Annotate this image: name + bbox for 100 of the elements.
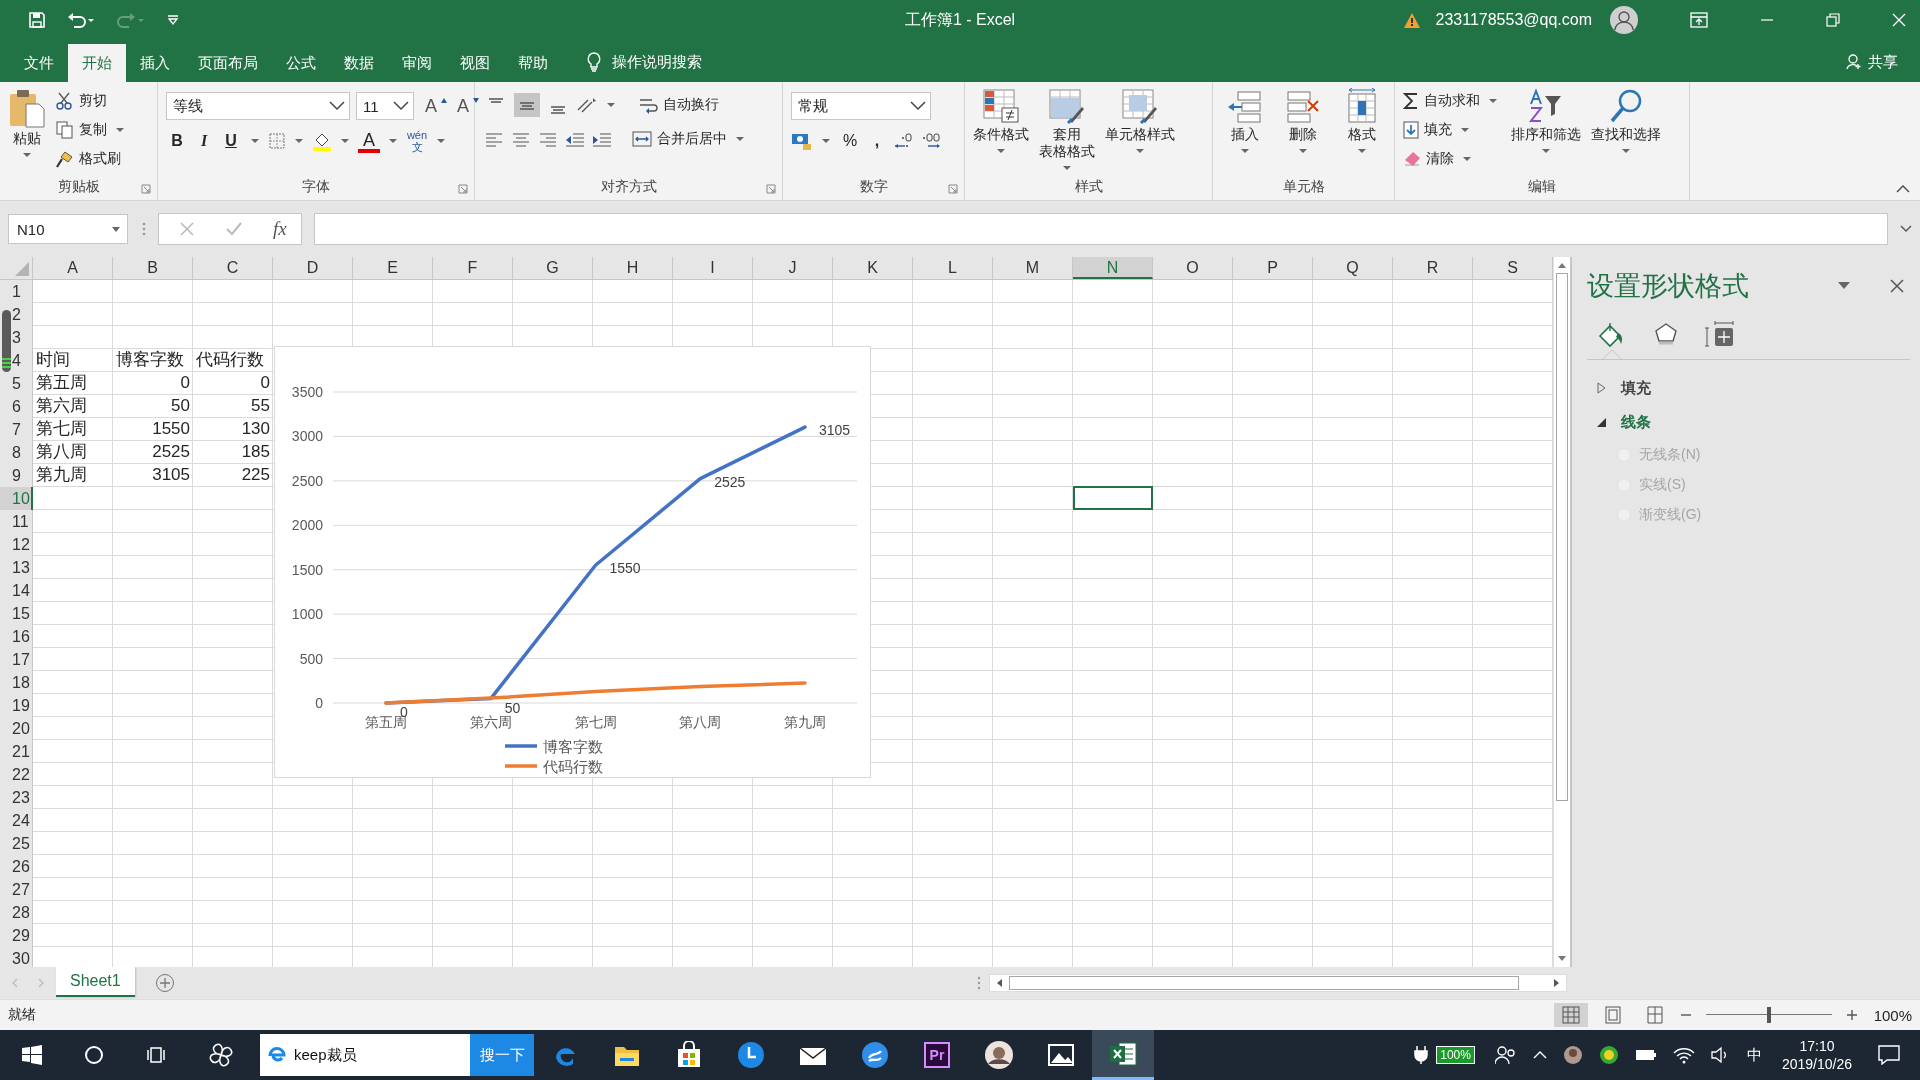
caret-icon[interactable] [1489, 99, 1497, 103]
row-header[interactable]: 9 [12, 464, 33, 487]
row-header[interactable]: 7 [12, 418, 33, 441]
wrap-text-button[interactable]: 自动换行 [663, 92, 719, 118]
column-header[interactable]: D [273, 257, 353, 279]
customize-icon[interactable] [166, 13, 180, 27]
pinwheel-icon[interactable] [208, 1042, 234, 1068]
search-text[interactable]: keep裁员 [294, 1045, 357, 1065]
undo-icon[interactable] [66, 11, 96, 29]
column-header[interactable]: R [1393, 257, 1473, 279]
scroll-handle[interactable] [2, 310, 11, 372]
fill-button[interactable]: 填充 [1424, 117, 1452, 143]
caret-icon[interactable] [822, 139, 830, 143]
caret-icon[interactable] [1241, 149, 1250, 153]
style-button[interactable]: 套用 表格格式 [1039, 126, 1095, 160]
shrink-font-button[interactable]: A [452, 93, 474, 119]
fill-down-icon[interactable] [1403, 121, 1419, 139]
row-header[interactable]: 15 [12, 602, 33, 625]
scissors-icon[interactable] [56, 92, 74, 110]
zoom-in-icon[interactable] [1845, 1009, 1858, 1021]
section-header[interactable]: 填充 [1621, 378, 1651, 398]
scrollbar-thumb[interactable] [1009, 976, 1519, 990]
row-header[interactable]: 20 [12, 717, 33, 740]
shopping-bag-icon[interactable] [676, 1041, 702, 1069]
clear-button[interactable]: 清除 [1426, 146, 1454, 172]
normal-view-icon[interactable] [1553, 1003, 1588, 1027]
sort-filter-button[interactable]: 排序和筛选 [1511, 126, 1581, 143]
input-method-indicator[interactable]: 中 [1746, 1045, 1762, 1065]
ribbon-tab[interactable]: 文件 [10, 44, 68, 82]
battery-icon[interactable] [1634, 1048, 1657, 1062]
dialog-launcher-icon[interactable] [766, 184, 776, 194]
column-header[interactable]: B [113, 257, 193, 279]
merge-cells-icon[interactable] [632, 130, 652, 148]
search-button[interactable]: 搜一下 [470, 1034, 534, 1076]
chevron-down-icon[interactable] [393, 101, 409, 111]
cells-button[interactable]: 格式 [1347, 126, 1376, 143]
caret-icon[interactable] [1136, 149, 1144, 153]
underline-button[interactable]: U [220, 128, 242, 154]
expand-icon[interactable] [1900, 225, 1912, 233]
merge-center-button[interactable]: 合并后居中 [657, 126, 727, 152]
spreadsheet-icon[interactable] [1109, 1040, 1137, 1067]
column-header[interactable]: L [913, 257, 993, 279]
caret-icon[interactable] [736, 137, 744, 141]
caret-icon[interactable] [389, 139, 397, 143]
tray-app-icon[interactable] [1562, 1045, 1583, 1065]
row-header[interactable]: 24 [12, 809, 33, 832]
zoom-level[interactable]: 100% [1873, 1006, 1912, 1024]
caret-icon[interactable] [1461, 128, 1469, 132]
wifi-icon[interactable] [1672, 1046, 1695, 1064]
percent-button[interactable]: % [839, 128, 861, 154]
row-header[interactable]: 30 [12, 947, 33, 967]
phonetic-button[interactable]: wén 文 [406, 128, 428, 154]
column-header[interactable]: E [353, 257, 433, 279]
tray-app-icon[interactable] [1598, 1045, 1619, 1065]
formula-input[interactable] [313, 213, 1888, 245]
font-color-button[interactable]: A [358, 129, 380, 153]
row-header[interactable]: 14 [12, 579, 33, 602]
caret-icon[interactable] [1463, 157, 1471, 161]
caret-icon[interactable] [1063, 166, 1071, 170]
search-icon[interactable] [84, 1045, 104, 1065]
scroll-down-icon[interactable] [1557, 955, 1567, 963]
row-header[interactable]: 5 [12, 372, 33, 395]
chevron-down-icon[interactable] [329, 101, 345, 111]
orientation-icon[interactable] [576, 96, 598, 114]
caret-icon[interactable] [1542, 149, 1550, 153]
paintbrush-icon[interactable] [56, 150, 74, 168]
section-header[interactable]: 线条 [1621, 412, 1651, 432]
row-header[interactable]: 1 [12, 280, 33, 303]
clock-time[interactable]: 17:10 [1799, 1037, 1835, 1055]
avatar-icon[interactable] [984, 1040, 1014, 1070]
cut-button[interactable]: 剪切 [79, 88, 107, 114]
dropdown-icon[interactable] [1838, 282, 1850, 290]
row-header[interactable]: 25 [12, 832, 33, 855]
increase-indent-icon[interactable] [591, 130, 613, 148]
collapse-ribbon-icon[interactable] [1896, 184, 1910, 194]
column-header[interactable]: G [513, 257, 593, 279]
cells-button[interactable]: 插入 [1231, 126, 1260, 143]
ribbon-tab[interactable]: 插入 [126, 44, 184, 82]
ribbon-display-icon[interactable] [1690, 12, 1708, 28]
mail-icon[interactable] [799, 1044, 827, 1066]
row-header[interactable]: 3 [12, 326, 33, 349]
column-header[interactable]: Q [1313, 257, 1393, 279]
account-name[interactable]: 2331178553@qq.com [1435, 11, 1592, 29]
row-header[interactable]: 4 [12, 349, 33, 372]
caret-icon[interactable] [1299, 149, 1308, 153]
insert-function-button[interactable]: fx [273, 218, 287, 240]
scroll-right-icon[interactable] [1553, 978, 1561, 988]
conditional-format-icon[interactable] [982, 88, 1020, 124]
caret-icon[interactable] [1357, 149, 1366, 153]
caret-icon[interactable] [1622, 149, 1630, 153]
ribbon-tab[interactable]: 数据 [330, 44, 388, 82]
scroll-left-icon[interactable] [995, 978, 1003, 988]
cell-style-icon[interactable] [1121, 88, 1159, 124]
taskbar-search-field[interactable]: keep裁员 [260, 1034, 470, 1076]
row-header[interactable]: 17 [12, 648, 33, 671]
chevron-down-icon[interactable] [910, 101, 926, 111]
slider-thumb[interactable] [1766, 1007, 1771, 1023]
ribbon-tab[interactable]: 视图 [446, 44, 504, 82]
image-icon[interactable] [1047, 1043, 1075, 1067]
taskbar-app[interactable]: Pr [906, 1030, 968, 1080]
